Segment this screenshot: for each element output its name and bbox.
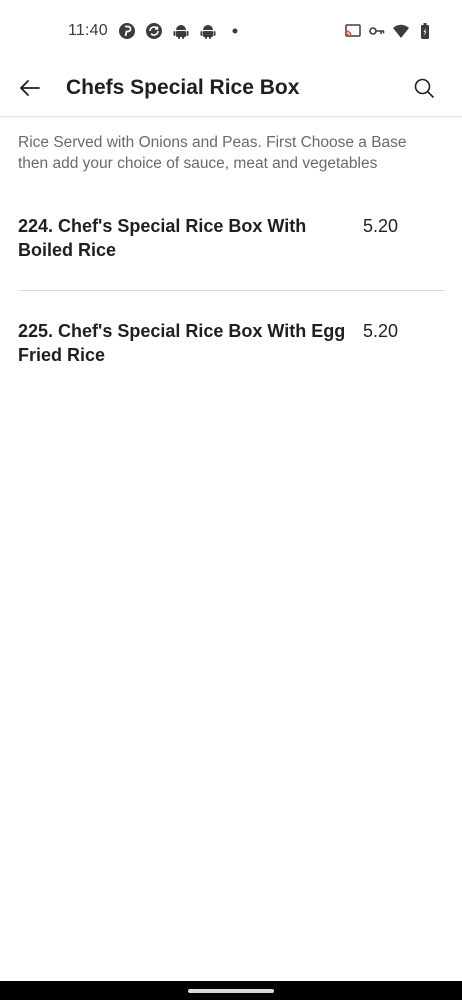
notification-icons — [118, 22, 244, 40]
system-icons — [344, 22, 434, 40]
dot-icon — [226, 22, 244, 40]
status-bar: 11:40 — [0, 0, 462, 64]
status-time: 11:40 — [68, 22, 108, 39]
menu-item-name: 224. Chef's Special Rice Box With Boiled… — [18, 216, 307, 260]
cast-icon — [344, 22, 362, 40]
app-bar: Chefs Special Rice Box — [0, 64, 462, 117]
search-icon — [413, 77, 435, 104]
wifi-icon — [392, 22, 410, 40]
menu-item-price: 5.20 — [363, 321, 399, 341]
back-button[interactable] — [14, 74, 46, 106]
pinterest-icon — [118, 22, 136, 40]
system-nav-bar — [0, 981, 462, 1000]
menu-item[interactable]: 225. Chef's Special Rice Box With Egg Fr… — [18, 319, 446, 379]
menu-item-price: 5.20 — [363, 216, 399, 236]
android-icon — [199, 22, 217, 40]
divider — [18, 290, 445, 291]
arrow-left-icon — [18, 76, 42, 105]
menu-item-name: 225. Chef's Special Rice Box With Egg Fr… — [18, 321, 346, 365]
vpn-key-icon — [368, 22, 386, 40]
sync-icon — [145, 22, 163, 40]
page-title: Chefs Special Rice Box — [66, 76, 300, 99]
search-button[interactable] — [408, 74, 440, 106]
battery-icon — [416, 22, 434, 40]
android-icon — [172, 22, 190, 40]
home-gesture-handle[interactable] — [188, 989, 274, 993]
category-description: Rice Served with Onions and Peas. First … — [18, 134, 407, 172]
menu-item[interactable]: 224. Chef's Special Rice Box With Boiled… — [18, 214, 446, 274]
